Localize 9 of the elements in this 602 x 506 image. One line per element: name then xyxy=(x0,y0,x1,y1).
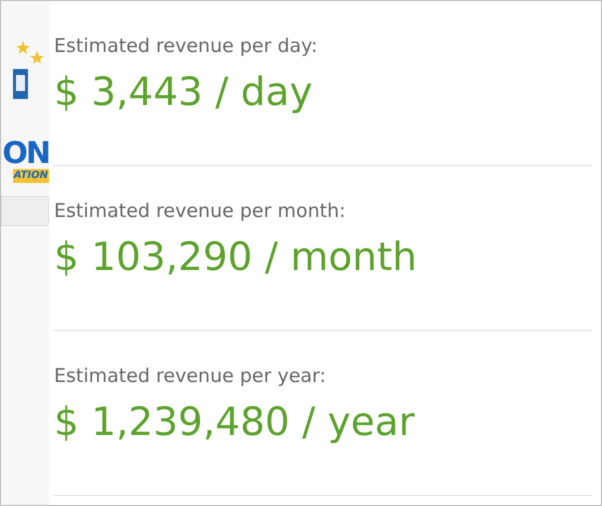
revenue-value: $ 1,239,480 / year xyxy=(54,399,416,447)
revenue-label: Estimated revenue per day: xyxy=(54,34,318,58)
sidebar-button[interactable] xyxy=(1,196,49,226)
logo-tagline: ATION xyxy=(12,169,49,183)
revenue-value: $ 3,443 / day xyxy=(54,69,314,117)
revenue-label: Estimated revenue per year: xyxy=(54,364,327,388)
revenue-label: Estimated revenue per month: xyxy=(54,199,347,223)
revenue-value: $ 103,290 / month xyxy=(54,234,418,282)
logo-text: ON xyxy=(2,139,49,169)
